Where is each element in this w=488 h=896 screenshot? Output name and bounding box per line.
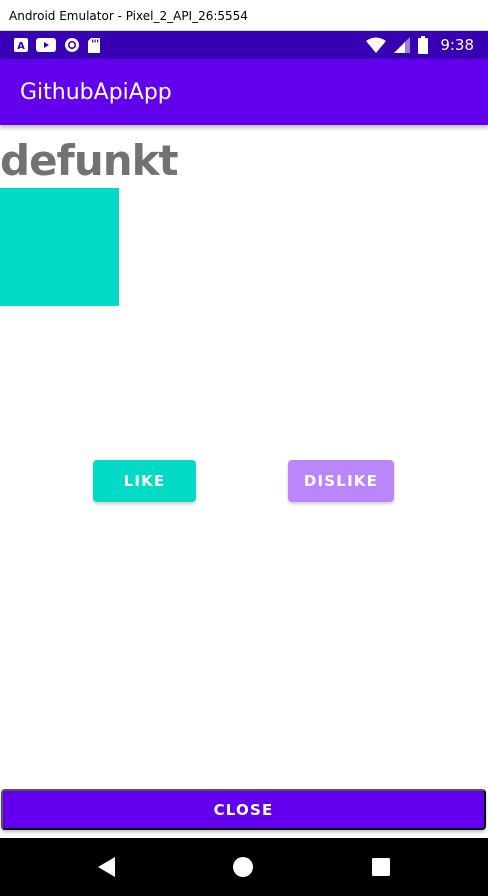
recents-icon[interactable] — [369, 855, 393, 879]
status-time: 9:38 — [440, 36, 474, 54]
a-icon: A — [14, 38, 28, 52]
navigation-bar — [0, 838, 488, 896]
app-bar: GithubApiApp — [0, 59, 488, 125]
avatar-image — [0, 188, 119, 306]
app-title: GithubApiApp — [20, 80, 172, 105]
username-heading: defunkt — [0, 136, 179, 185]
signal-icon — [394, 37, 411, 53]
battery-icon — [418, 36, 429, 54]
close-button[interactable]: CLOSE — [1, 789, 486, 830]
dislike-button[interactable]: DISLIKE — [288, 460, 394, 502]
sd-card-icon — [88, 37, 100, 53]
youtube-icon — [36, 38, 56, 52]
status-system-icons: 9:38 — [366, 36, 474, 54]
status-bar: A 9:38 — [0, 31, 488, 59]
like-button[interactable]: LIKE — [93, 460, 196, 502]
record-icon — [65, 38, 79, 52]
home-icon[interactable] — [231, 855, 255, 879]
status-notification-icons: A — [14, 37, 100, 53]
svg-text:A: A — [17, 41, 25, 52]
back-icon[interactable] — [95, 855, 119, 879]
emulator-window-title: Android Emulator - Pixel_2_API_26:5554 — [0, 0, 488, 31]
wifi-icon — [366, 37, 387, 53]
